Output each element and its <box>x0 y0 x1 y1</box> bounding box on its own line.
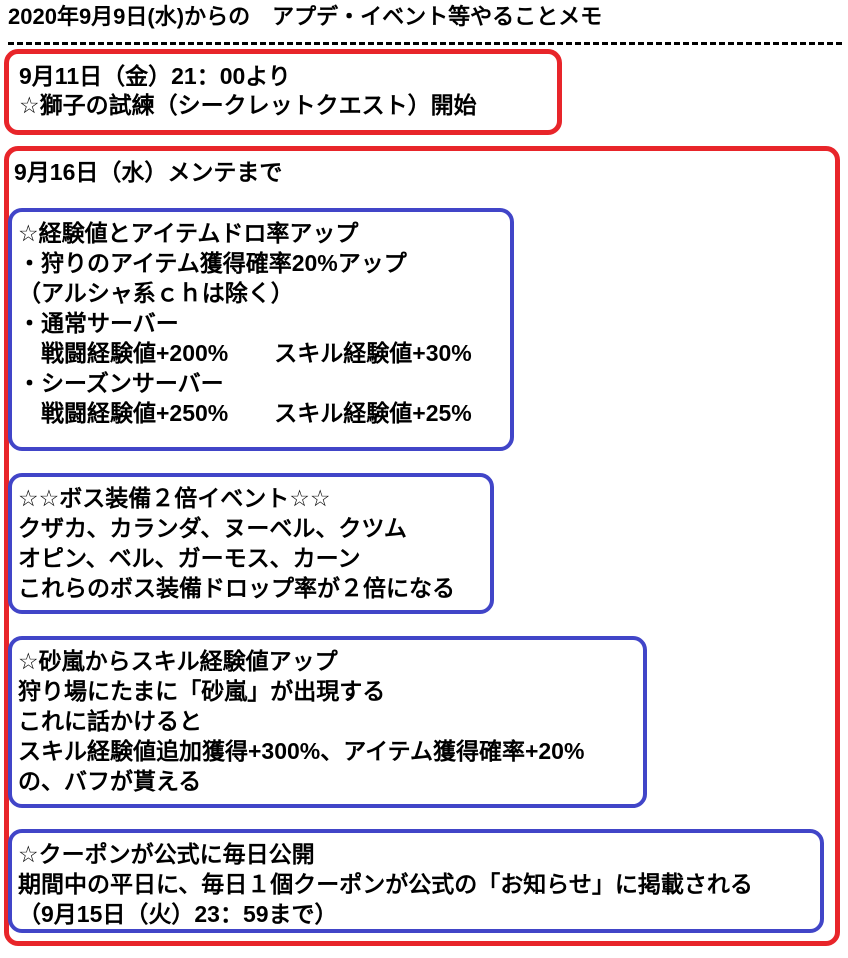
exp-drop-line-4: ・通常サーバー <box>18 310 179 336</box>
section-lion-trial: 9月11日（金）21：00より ☆獅子の試練（シークレットクエスト）開始 <box>4 49 562 135</box>
exp-drop-line-7: 戦闘経験値+250% スキル経験値+25% <box>18 400 472 426</box>
exp-drop-line-1: ☆経験値とアイテムドロ率アップ <box>18 220 359 246</box>
until-maintenance-heading: 9月16日（水）メンテまで <box>14 159 283 185</box>
sandstorm-line-3: これに話かけると <box>18 708 202 734</box>
subsection-exp-and-item-drop-up: ☆経験値とアイテムドロ率アップ ・狩りのアイテム獲得確率20%アップ （アルシャ… <box>8 208 514 451</box>
coupon-line-2: 期間中の平日に、毎日１個クーポンが公式の「お知らせ」に掲載される <box>18 871 753 897</box>
lion-trial-line-2: ☆獅子の試練（シークレットクエスト）開始 <box>19 92 477 118</box>
coupon-line-3: （9月15日（火）23：59まで） <box>18 901 338 927</box>
sandstorm-line-2: 狩り場にたまに「砂嵐」が出現する <box>18 678 386 704</box>
sandstorm-line-5: の、バフが貰える <box>18 768 202 794</box>
boss-gear-line-4: これらのボス装備ドロップ率が２倍になる <box>18 575 455 601</box>
exp-drop-line-6: ・シーズンサーバー <box>18 370 224 396</box>
page-title: 2020年9月9日(水)からの アプデ・イベント等やることメモ <box>8 4 603 29</box>
boss-gear-line-2: クザカ、カランダ、ヌーベル、クツム <box>18 515 407 541</box>
coupon-line-1: ☆クーポンが公式に毎日公開 <box>18 841 315 867</box>
exp-drop-line-5: 戦闘経験値+200% スキル経験値+30% <box>18 340 472 366</box>
exp-drop-line-3: （アルシャ系ｃｈは除く） <box>18 280 294 306</box>
sandstorm-line-1: ☆砂嵐からスキル経験値アップ <box>18 648 338 674</box>
dashed-separator-rule <box>8 42 842 45</box>
boss-gear-line-3: オピン、ベル、ガーモス、カーン <box>18 545 361 571</box>
sandstorm-line-4: スキル経験値追加獲得+300%、アイテム獲得確率+20% <box>18 738 585 764</box>
lion-trial-line-1: 9月11日（金）21：00より <box>19 63 291 89</box>
subsection-sandstorm-skill-exp: ☆砂嵐からスキル経験値アップ 狩り場にたまに「砂嵐」が出現する これに話かけると… <box>8 636 647 808</box>
subsection-boss-gear-double: ☆☆ボス装備２倍イベント☆☆ クザカ、カランダ、ヌーベル、クツム オピン、ベル、… <box>8 473 494 614</box>
subsection-daily-coupon: ☆クーポンが公式に毎日公開 期間中の平日に、毎日１個クーポンが公式の「お知らせ」… <box>8 829 824 933</box>
exp-drop-line-2: ・狩りのアイテム獲得確率20%アップ <box>18 250 407 276</box>
boss-gear-line-1: ☆☆ボス装備２倍イベント☆☆ <box>18 485 331 511</box>
